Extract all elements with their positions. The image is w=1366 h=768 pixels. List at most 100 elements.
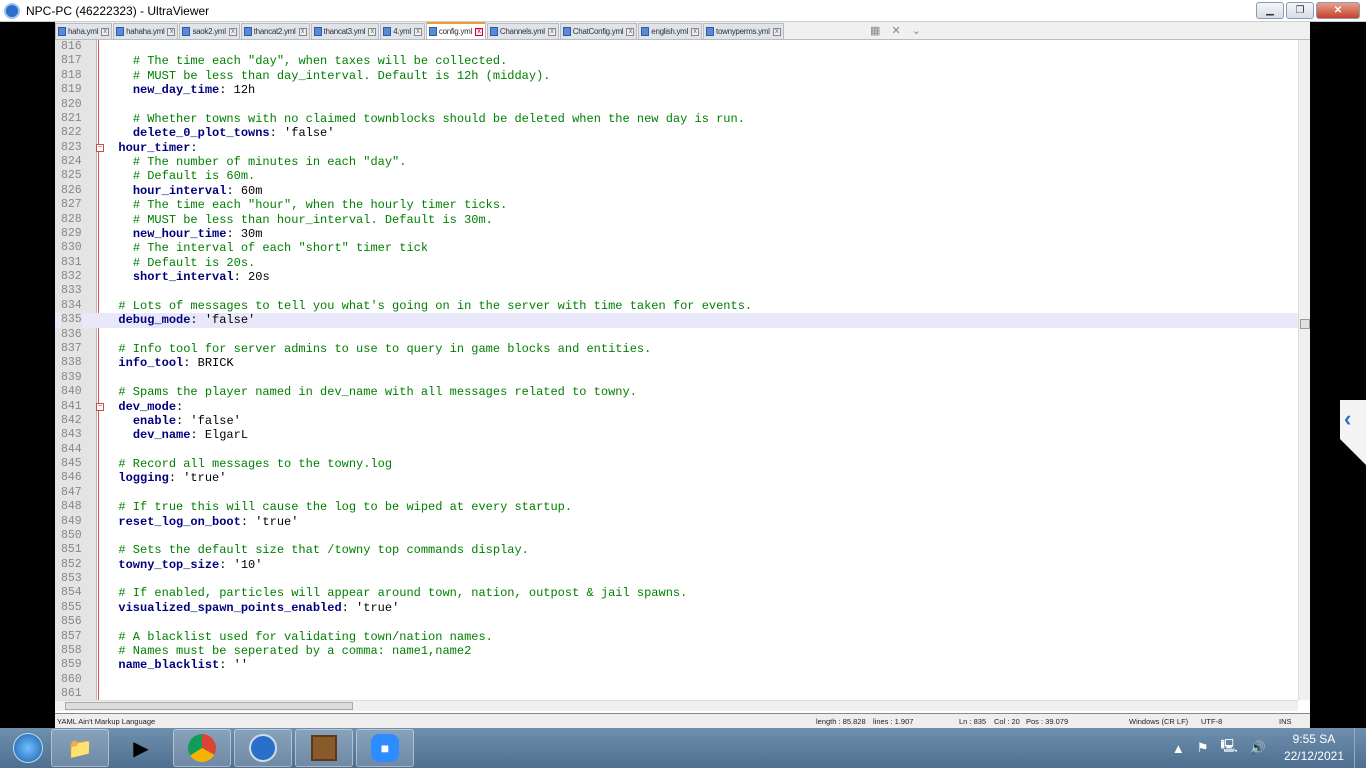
status-encoding: UTF-8 [1201,717,1223,726]
taskbar-ultraviewer[interactable] [234,729,292,767]
line-number: 827 [61,198,82,212]
code-line: 818 # MUST be less than day_interval. De… [55,69,1300,83]
taskbar-minecraft[interactable] [295,729,353,767]
tab-saok2-yml[interactable]: saok2.yml x [179,23,240,39]
tab-haha-yml[interactable]: haha.yml x [55,23,113,39]
yaml-value: 'true' [176,471,227,486]
chevron-left-icon: ‹ [1344,406,1352,431]
tab-chatconfig-yml[interactable]: ChatConfig.yml x [559,23,638,39]
taskbar: 📁 ▶ ■ ▲ ⚑ 🖳 🔊 9:55 SA 22/12/2021 [0,728,1366,768]
comment: # A blacklist used for validating town/n… [118,629,493,644]
tab-thancat2-yml[interactable]: thancat2.yml x [240,23,310,39]
close-tab-icon[interactable]: x [626,27,635,36]
code-line: 859 name_blacklist: '' [61,658,249,673]
fold-toggle-icon[interactable]: − [96,143,104,152]
close-tab-icon[interactable]: x [101,27,110,36]
tab-channels-yml[interactable]: Channels.yml x [486,23,559,39]
remote-border-right [1310,22,1366,728]
line-number: 846 [61,471,82,485]
line-number: 844 [61,442,82,456]
line-number: 855 [61,600,82,614]
close-button[interactable]: ✕ [1316,2,1360,19]
tab-thancat3-yml[interactable]: thancat3.yml x [310,23,380,39]
status-ln: Ln : 835 [959,717,987,726]
folder-icon: 📁 [67,737,93,760]
line-number: 847 [61,485,82,499]
tab-townyperms-yml[interactable]: townyperms.yml x [703,23,784,39]
tab-tools[interactable]: ▦ ✕ ⌄ [870,24,925,37]
code-line: 832 short_interval: 20s [61,270,270,285]
yaml-key: reset_log_on_boot [118,514,241,529]
vertical-scrollbar[interactable] [1298,40,1310,700]
comment: # MUST be less than day_interval. Defaul… [132,68,551,83]
line-number: 852 [61,557,82,571]
status-pos: Pos : 39.079 [1026,717,1069,726]
tab-hahaha-yml[interactable]: hahaha.yml x [113,23,179,39]
horizontal-scrollbar[interactable] [55,700,1298,711]
tab-4-yml[interactable]: 4.yml x [380,23,425,39]
tab-english-yml[interactable]: english.yml x [638,23,703,39]
line-number: 830 [61,241,82,255]
code-line: 819 new_day_time: 12h [61,83,256,98]
code-editor[interactable]: 816 817 # The time each "day", when taxes… [55,40,1310,700]
yaml-key: new_day_time [132,83,220,98]
start-button[interactable] [8,728,48,768]
line-number: 856 [61,615,82,629]
close-tab-icon[interactable]: x [772,27,781,36]
action-center-flag-icon[interactable]: ⚑ [1197,740,1209,756]
show-desktop-button[interactable] [1354,728,1366,768]
yaml-value: BRICK [190,356,234,371]
status-bar: YAML Ain't Markup Language length : 85.8… [55,713,1310,728]
line-number: 839 [61,370,82,384]
close-tab-icon[interactable]: x [167,27,176,36]
yaml-key: dev_mode [118,399,177,414]
network-icon[interactable]: 🖳 [1220,737,1237,759]
yaml-key: new_hour_time [132,226,227,241]
zoom-icon: ■ [371,734,399,762]
comment: # If true this will cause the log to be … [118,500,573,515]
code-line: 817 # The time each "day", when taxes wi… [55,54,1300,68]
code-line: 851 # Sets the default size that /towny … [55,543,1300,557]
fold-toggle-icon[interactable]: − [96,402,104,411]
line-number: 842 [61,413,82,427]
code-line: 860 [55,673,1300,687]
code-line: 840 # Spams the player named in dev_name… [55,385,1300,399]
line-number: 834 [61,298,82,312]
maximize-button[interactable]: ❐ [1286,2,1314,19]
file-icon [313,27,322,36]
volume-icon[interactable]: 🔊 [1250,740,1266,756]
line-number: 860 [61,672,82,686]
close-tab-icon[interactable]: x [298,27,307,36]
code-line: 861 [55,687,1300,700]
taskbar-file-explorer[interactable]: 📁 [51,729,109,767]
code-line: 823− hour_timer: [61,140,198,155]
code-line: 829 new_hour_time: 30m [61,226,263,241]
comment: # Default is 20s. [132,255,256,270]
close-tab-icon[interactable]: x [228,27,237,36]
code-line: 852 towny_top_size: '10' [61,557,263,572]
close-tab-icon[interactable]: x [368,27,377,36]
yaml-value: '10' [226,557,263,572]
code-line: 821 # Whether towns with no claimed town… [55,112,1300,126]
clock[interactable]: 9:55 SA 22/12/2021 [1284,731,1344,765]
close-tab-icon[interactable]: x [474,27,483,36]
tab-config-yml[interactable]: config.yml x [425,22,486,39]
taskbar-media-player[interactable]: ▶ [112,729,170,767]
yaml-key: logging [118,471,169,486]
close-tab-icon[interactable]: x [691,27,700,36]
taskbar-chrome[interactable] [173,729,231,767]
close-tab-icon[interactable]: x [547,27,556,36]
code-line: 828 # MUST be less than hour_interval. D… [55,213,1300,227]
show-hidden-icons-button[interactable]: ▲ [1172,741,1185,756]
comment: # Default is 60m. [132,169,256,184]
code-line: 836 [55,328,1300,342]
code-line: 826 hour_interval: 60m [61,183,263,198]
minimize-button[interactable]: ▁ [1256,2,1284,19]
close-tab-icon[interactable]: x [413,27,422,36]
status-mode: INS [1279,717,1292,726]
taskbar-zoom[interactable]: ■ [356,729,414,767]
line-number: 824 [61,155,82,169]
scrollbar-thumb[interactable] [65,702,353,710]
tab-label: thancat3.yml [323,27,366,36]
code-line: 831 # Default is 20s. [55,256,1300,270]
